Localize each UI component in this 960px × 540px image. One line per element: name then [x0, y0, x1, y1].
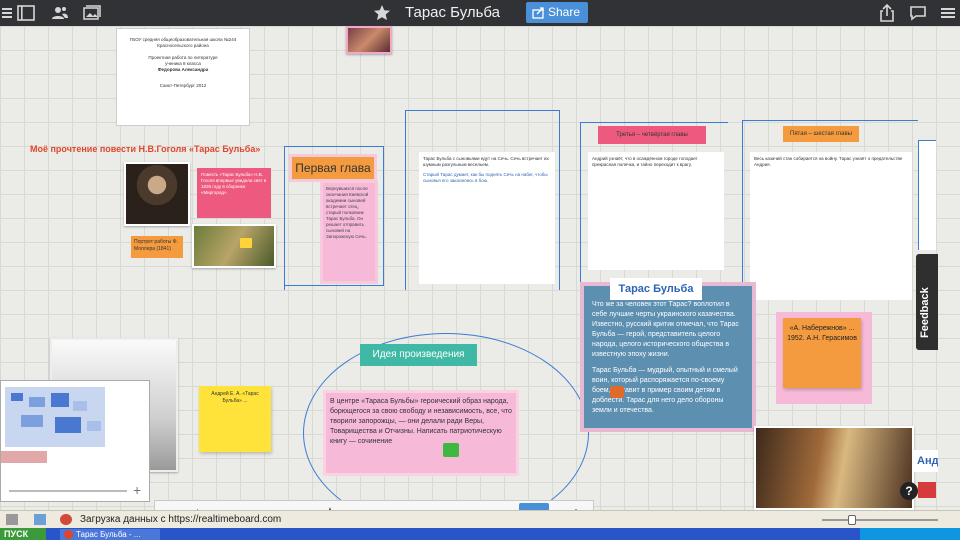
feedback-label: Feedback	[919, 287, 931, 338]
movie-still-image[interactable]	[192, 224, 276, 268]
portrait-caption-note[interactable]: Портрет работы Ф. Моллера (1841)	[131, 236, 183, 258]
first-chapter-title[interactable]: Первая глава	[289, 154, 377, 182]
browser-icon	[64, 530, 73, 539]
help-icon[interactable]: ?	[900, 482, 918, 500]
taras-title[interactable]: Тарас Бульба	[610, 278, 702, 300]
network-icon	[34, 514, 46, 525]
chapter-4-label[interactable]: Пятая – шестая главы	[783, 126, 859, 142]
gallery-icon[interactable]	[82, 3, 102, 23]
board-title: Тарас Бульба	[405, 4, 501, 21]
chapter-2-text-card[interactable]: Тарас Бульба с сыновьями едут на Сечь. С…	[419, 152, 555, 284]
painting-image[interactable]	[346, 26, 392, 54]
share-button[interactable]: Share	[526, 2, 588, 23]
first-chapter-text[interactable]: Вернувшихся после окончания Киевской ака…	[320, 180, 378, 284]
taras-card[interactable]: Что же за человек этот Тарас? воплотил в…	[580, 282, 756, 432]
title-page-line: Красносельского района	[157, 43, 209, 48]
zoom-in-button[interactable]: +	[133, 482, 141, 498]
title-page-line: Федорова Александра	[157, 67, 209, 72]
security-icon	[60, 514, 72, 525]
start-button[interactable]: ПУСК	[0, 528, 46, 540]
title-page-card[interactable]: ГБОУ средняя общеобразовательная школа №…	[116, 28, 250, 126]
share-label: Share	[548, 5, 581, 19]
reading-heading: Моё прочтение повести Н.В.Гоголя «Тарас …	[30, 144, 261, 154]
board-menu-icon[interactable]	[937, 3, 957, 23]
system-tray	[860, 528, 960, 540]
citation-yellow-note[interactable]: Андрей Е. А. «Тарас Бульба» ...	[199, 386, 271, 452]
cossacks-painting-image[interactable]	[754, 426, 914, 510]
gogol-portrait-image[interactable]	[124, 162, 190, 226]
share-icon	[532, 7, 544, 19]
add-button[interactable]	[519, 503, 549, 510]
taskbar-window-button[interactable]: Тарас Бульба - ...	[60, 529, 160, 540]
comment-marker-icon[interactable]	[610, 386, 624, 398]
chapter-3-label[interactable]: Третья – четвёртая главы	[598, 126, 706, 144]
drawing-toolbar	[154, 500, 594, 510]
star-icon[interactable]	[372, 3, 392, 23]
title-page-line: Санкт-Петербург 2012	[159, 83, 207, 88]
chapter-2-text-blue: Старый Тарас думает, как бы поднять Сечь…	[423, 172, 548, 183]
idea-label[interactable]: Идея произведения	[360, 344, 477, 366]
feedback-button[interactable]: Feedback	[916, 254, 938, 350]
comment-marker-icon[interactable]	[240, 238, 252, 248]
browser-status-bar: Загрузка данных с https://realtimeboard.…	[0, 510, 960, 528]
board-canvas[interactable]: ГБОУ средняя общеобразовательная школа №…	[0, 26, 960, 510]
browser-zoom-slider[interactable]	[822, 519, 938, 521]
chat-icon[interactable]	[908, 3, 928, 23]
taras-text-1: Что же за человек этот Тарас? воплотил в…	[592, 301, 739, 358]
windows-taskbar: ПУСК Тарас Бульба - ...	[0, 528, 960, 540]
page-icon	[6, 514, 18, 525]
comment-marker-icon[interactable]	[443, 443, 459, 457]
chapter-3-text: Андрий узнаёт, что в осаждённом городе г…	[592, 156, 698, 167]
side-label[interactable]: Анд	[914, 450, 938, 472]
author-note[interactable]: «А. Набережнов» ... 1952. А.Н. Герасимов	[783, 318, 861, 388]
chapter-4-text: Весь казачий стан собирается на войну. Т…	[754, 156, 903, 167]
chapter-2-text: Тарас Бульба с сыновьями едут на Сечь. С…	[423, 156, 549, 167]
export-icon[interactable]	[877, 3, 897, 23]
idea-text-note[interactable]: В центре «Тараса Бульбы» героический обр…	[323, 390, 519, 476]
users-icon[interactable]	[50, 3, 70, 23]
status-text: Загрузка данных с https://realtimeboard.…	[80, 514, 282, 525]
history-note[interactable]: Повесть «Тарас Бульба» Н.В. Гоголя вперв…	[197, 168, 271, 218]
notification-badge[interactable]	[918, 482, 936, 498]
top-bar: Тарас Бульба Share	[0, 0, 960, 26]
sidebar-toggle-icon[interactable]	[16, 3, 36, 23]
chapter-column-5[interactable]	[918, 140, 936, 250]
zoom-slider-thumb[interactable]	[848, 515, 856, 525]
zoom-slider[interactable]: +	[0, 480, 150, 502]
chapter-3-text-card[interactable]: Андрий узнаёт, что в осаждённом городе г…	[588, 152, 724, 270]
chapter-4-text-card[interactable]: Весь казачий стан собирается на войну. Т…	[750, 152, 912, 300]
